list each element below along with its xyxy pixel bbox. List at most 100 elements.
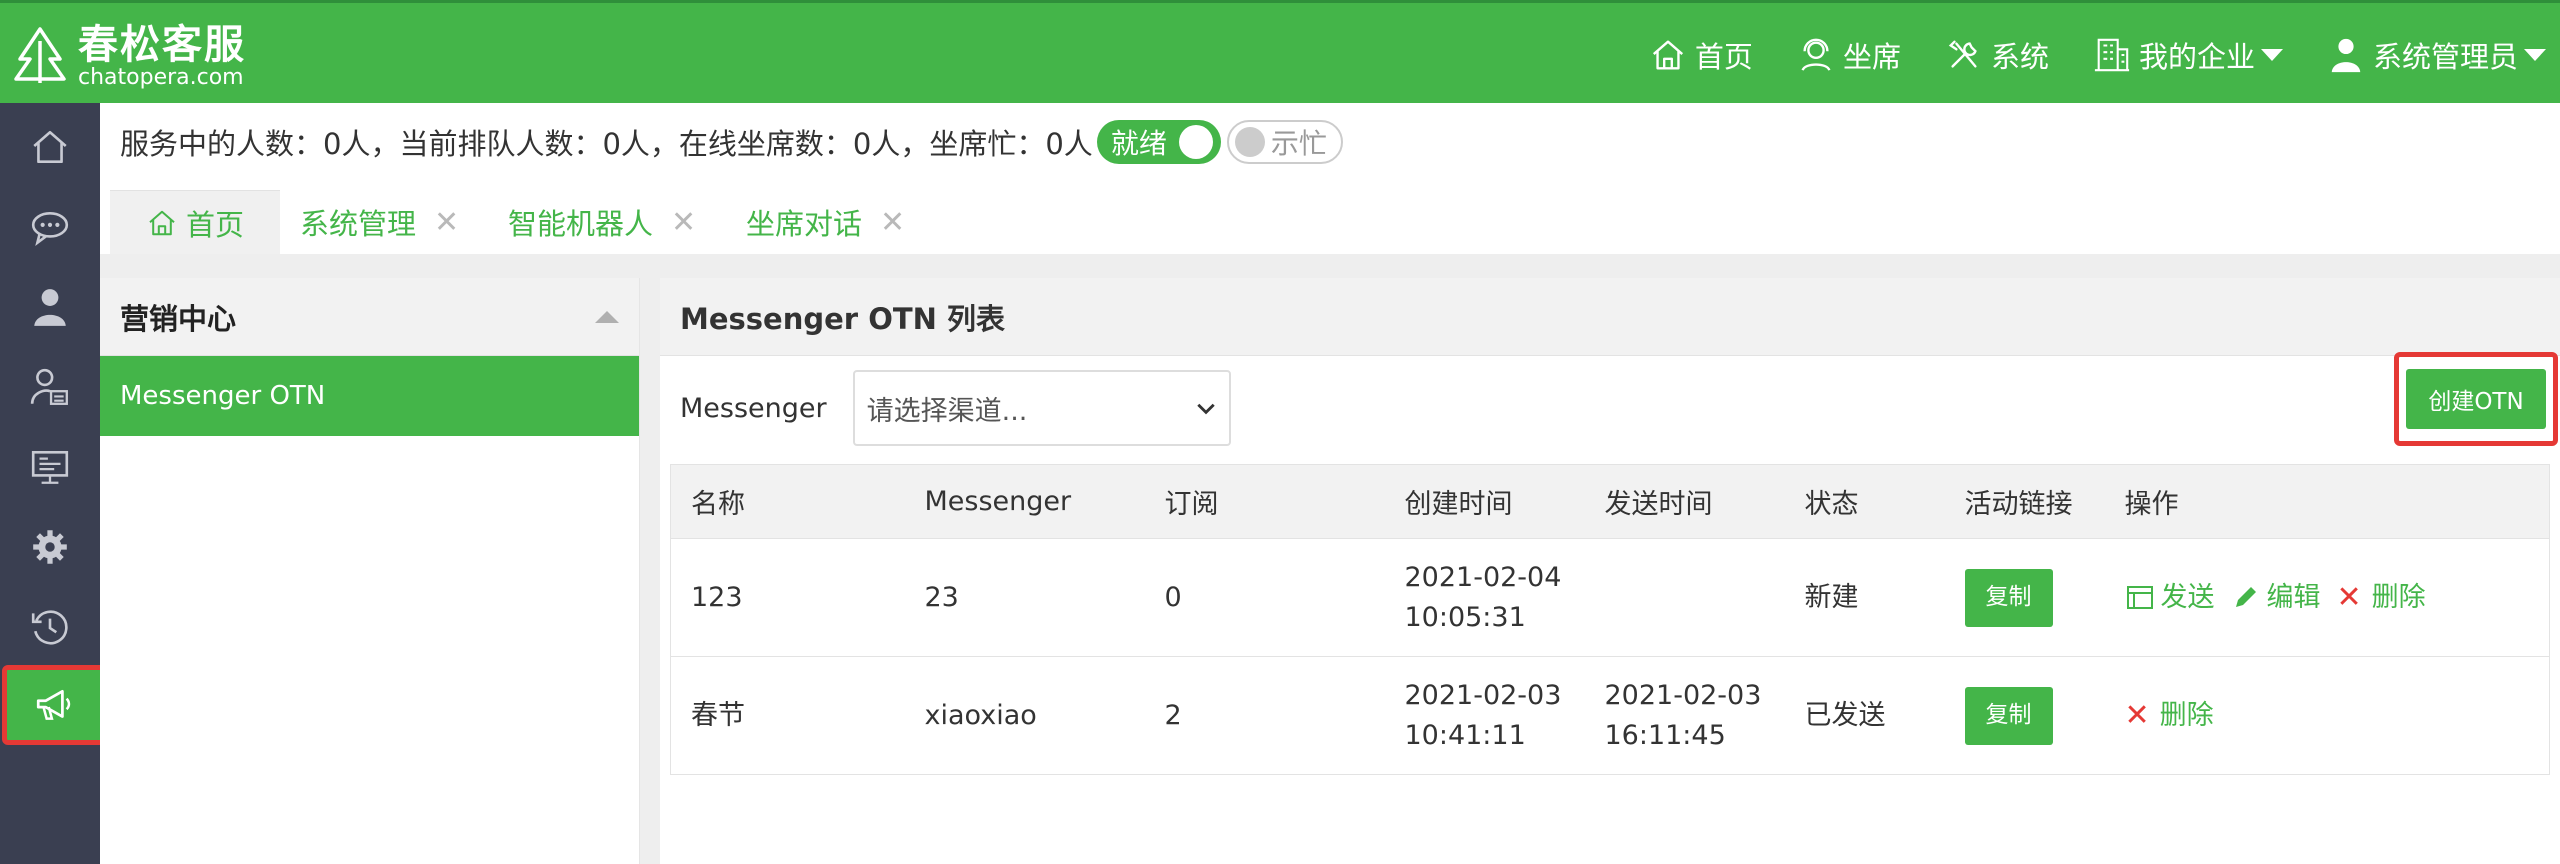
cell-status: 新建	[1784, 538, 1945, 657]
chevron-down-icon	[2524, 48, 2546, 61]
topnav-agent-label: 坐席	[1842, 39, 1901, 74]
table-row: 春节 xiaoxiao 2 2021-02-03 10:41:11 2021-0…	[670, 656, 2550, 775]
content-separator	[100, 254, 2560, 278]
col-header-name: 名称	[670, 464, 905, 539]
tab-system-management[interactable]: 系统管理 ✕	[300, 190, 459, 254]
edit-action[interactable]: 编辑	[2231, 578, 2321, 617]
close-icon[interactable]: ✕	[671, 205, 696, 240]
busy-label: 示忙	[1270, 127, 1327, 160]
sidebar-item-contacts[interactable]	[0, 267, 100, 347]
tab-home[interactable]: 首页	[110, 190, 281, 254]
logo[interactable]: 春松客服 chatopera.com	[8, 25, 246, 89]
ready-toggle[interactable]: 就绪	[1096, 120, 1221, 164]
otn-table: 名称 Messenger 订阅 创建时间 发送时间 状态 活动链接 操作 123…	[670, 464, 2550, 775]
queue-status-text: 服务中的人数：0人，当前排队人数：0人，在线坐席数：0人，坐席忙：0人	[120, 127, 1093, 161]
delete-action[interactable]: ✕ 删除	[2125, 694, 2214, 738]
copy-link-button[interactable]: 复制	[1964, 568, 2053, 627]
topnav-home[interactable]: 首页	[1649, 34, 1753, 76]
col-header-messenger: Messenger	[904, 464, 1145, 539]
cell-sent	[1584, 538, 1785, 657]
chat-bubble-icon	[31, 212, 69, 247]
topnav-user-label: 系统管理员	[2372, 39, 2518, 74]
create-otn-highlight: 创建OTN	[2394, 352, 2558, 446]
cell-subscribe: 0	[1144, 538, 1385, 657]
channel-select[interactable]: 请选择渠道...	[852, 370, 1231, 446]
home-icon	[1652, 40, 1683, 69]
sidebar-item-monitor[interactable]	[0, 427, 100, 507]
marketing-menu-panel: 营销中心 Messenger OTN	[100, 278, 640, 864]
tab-home-label: 首页	[186, 207, 245, 242]
brand-domain: chatopera.com	[78, 65, 244, 90]
marketing-menu-title: 营销中心	[120, 301, 237, 336]
tab-label: 系统管理	[300, 207, 417, 241]
megaphone-icon	[36, 689, 71, 720]
created-date: 2021-02-04	[1404, 562, 1562, 594]
toggle-knob	[1234, 127, 1265, 157]
edit-label: 编辑	[2266, 581, 2321, 613]
channel-select-placeholder: 请选择渠道...	[866, 395, 1028, 427]
collapse-arrow-icon[interactable]	[595, 310, 619, 323]
sidebar-item-history[interactable]	[0, 587, 100, 667]
sent-date: 2021-02-03	[1604, 680, 1762, 712]
cell-messenger: 23	[904, 538, 1145, 657]
topnav-user[interactable]: 系统管理员	[2327, 34, 2546, 76]
topnav-agent[interactable]: 坐席	[1797, 34, 1901, 76]
marketing-menu-header[interactable]: 营销中心	[100, 278, 639, 356]
sidebar-item-agent-card[interactable]	[0, 347, 100, 427]
home-icon	[149, 210, 175, 235]
delete-label: 删除	[2371, 581, 2426, 613]
cell-link: 复制	[1944, 538, 2105, 657]
top-nav: 首页 坐席 系统 我的企业 系统管理员	[1649, 3, 2560, 106]
menu-item-messenger-otn[interactable]: Messenger OTN	[100, 356, 639, 436]
monitor-icon	[31, 450, 69, 484]
close-icon: ✕	[2124, 697, 2150, 733]
delete-label: 删除	[2159, 699, 2214, 731]
busy-toggle[interactable]: 示忙	[1226, 120, 1343, 164]
chevron-down-icon	[1196, 403, 1215, 415]
cell-actions: 发送 编辑 ✕ 删除	[2104, 538, 2550, 657]
messenger-filter: Messenger 请选择渠道...	[680, 370, 1231, 446]
ready-label: 就绪	[1110, 127, 1167, 160]
cell-actions: ✕ 删除	[2104, 656, 2550, 775]
col-header-status: 状态	[1784, 464, 1945, 539]
user-icon	[34, 289, 66, 326]
col-header-created: 创建时间	[1384, 464, 1585, 539]
sidebar-item-home[interactable]	[0, 107, 100, 187]
messenger-filter-label: Messenger	[680, 392, 827, 424]
cell-name: 123	[670, 538, 905, 657]
table-header-row: 名称 Messenger 订阅 创建时间 发送时间 状态 活动链接 操作	[670, 464, 2550, 539]
tab-bar: 首页 系统管理 ✕ 智能机器人 ✕ 坐席对话 ✕	[100, 190, 2560, 254]
created-time: 10:05:31	[1404, 601, 1526, 633]
sent-time: 16:11:45	[1604, 719, 1726, 751]
close-icon[interactable]: ✕	[880, 205, 905, 240]
building-icon	[2094, 38, 2130, 71]
col-header-sent: 发送时间	[1584, 464, 1785, 539]
col-header-subscribe: 订阅	[1144, 464, 1385, 539]
user-icon	[2331, 38, 2361, 72]
top-bar: 春松客服 chatopera.com 首页 坐席 系统 我的企业 系统管理员	[0, 0, 2560, 103]
delete-action[interactable]: ✕ 删除	[2337, 576, 2426, 620]
create-otn-button[interactable]: 创建OTN	[2406, 369, 2546, 429]
topnav-enterprise-label: 我的企业	[2138, 39, 2255, 74]
topnav-enterprise[interactable]: 我的企业	[2093, 34, 2283, 76]
copy-link-button[interactable]: 复制	[1964, 686, 2053, 745]
sidebar-item-chat[interactable]	[0, 187, 100, 267]
tab-agent-chat[interactable]: 坐席对话 ✕	[746, 190, 905, 254]
pencil-icon	[2235, 587, 2256, 608]
page-title: Messenger OTN 列表	[660, 278, 2560, 356]
topnav-system[interactable]: 系统	[1945, 34, 2049, 76]
tab-chatbot[interactable]: 智能机器人 ✕	[508, 190, 696, 254]
send-action[interactable]: 发送	[2125, 578, 2215, 617]
otn-list-panel: Messenger OTN 列表 Messenger 请选择渠道... 创建OT…	[660, 278, 2560, 864]
close-icon[interactable]: ✕	[434, 205, 459, 240]
sidebar-item-settings[interactable]	[0, 507, 100, 587]
brand-name: 春松客服	[78, 22, 246, 68]
chevron-down-icon	[2260, 48, 2283, 61]
topnav-home-label: 首页	[1694, 39, 1753, 74]
cell-link: 复制	[1944, 656, 2105, 775]
tab-label: 坐席对话	[746, 207, 863, 241]
cell-subscribe: 2	[1144, 656, 1385, 775]
tools-icon	[1948, 40, 1977, 68]
sidebar-item-marketing[interactable]	[2, 665, 106, 745]
gear-icon	[33, 530, 67, 564]
